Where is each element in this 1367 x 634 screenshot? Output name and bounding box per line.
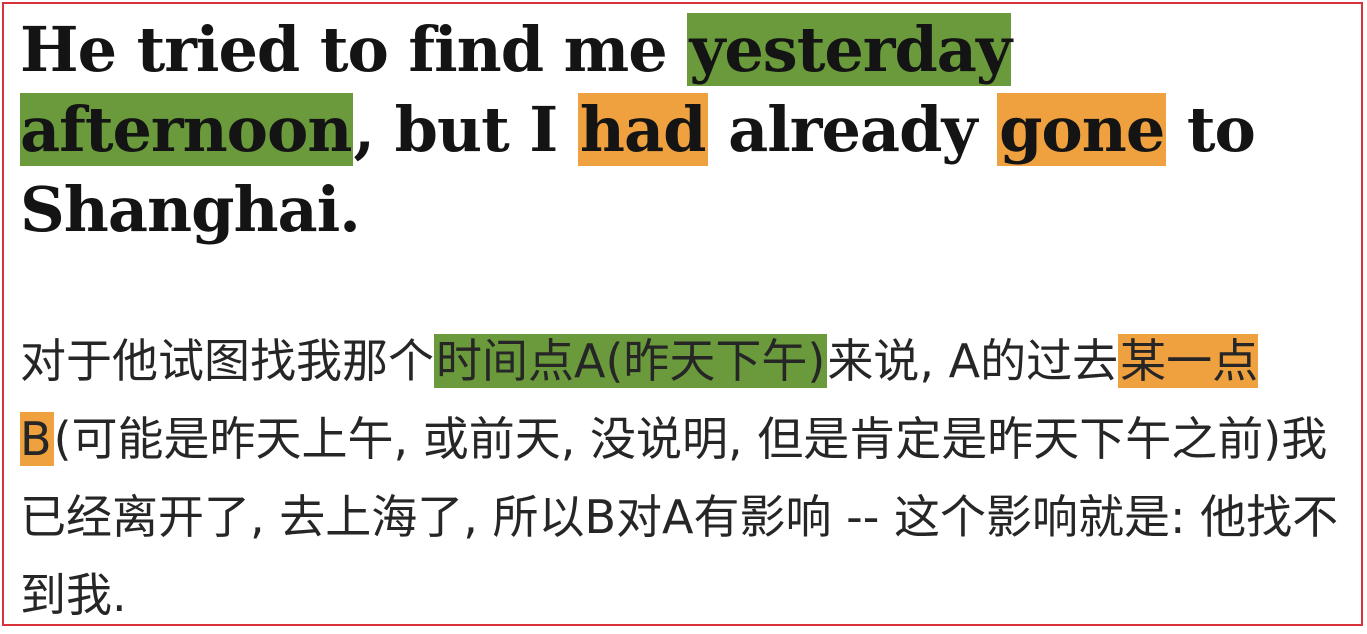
chinese-text-2: 来说, A的过去	[827, 334, 1119, 388]
chinese-text-1: 对于他试图找我那个	[20, 334, 434, 388]
highlight-time-point-a: 时间点A(昨天下午)	[434, 334, 828, 388]
english-sentence: He tried to find me yesterday afternoon,…	[20, 10, 1340, 250]
chinese-explanation: 对于他试图找我那个时间点A(昨天下午)来说, A的过去某一点B(可能是昨天上午,…	[20, 322, 1340, 634]
english-text-1: He tried to find me	[20, 13, 688, 86]
chinese-text-3: (可能是昨天上午, 或前天, 没说明, 但是肯定是昨天下午之前)我已经离开了, …	[20, 412, 1339, 622]
english-text-3: already	[707, 93, 998, 166]
english-text-2: , but I	[353, 93, 578, 166]
slide-frame: He tried to find me yesterday afternoon,…	[2, 2, 1363, 626]
highlight-had: had	[577, 93, 708, 166]
highlight-gone: gone	[997, 93, 1167, 166]
